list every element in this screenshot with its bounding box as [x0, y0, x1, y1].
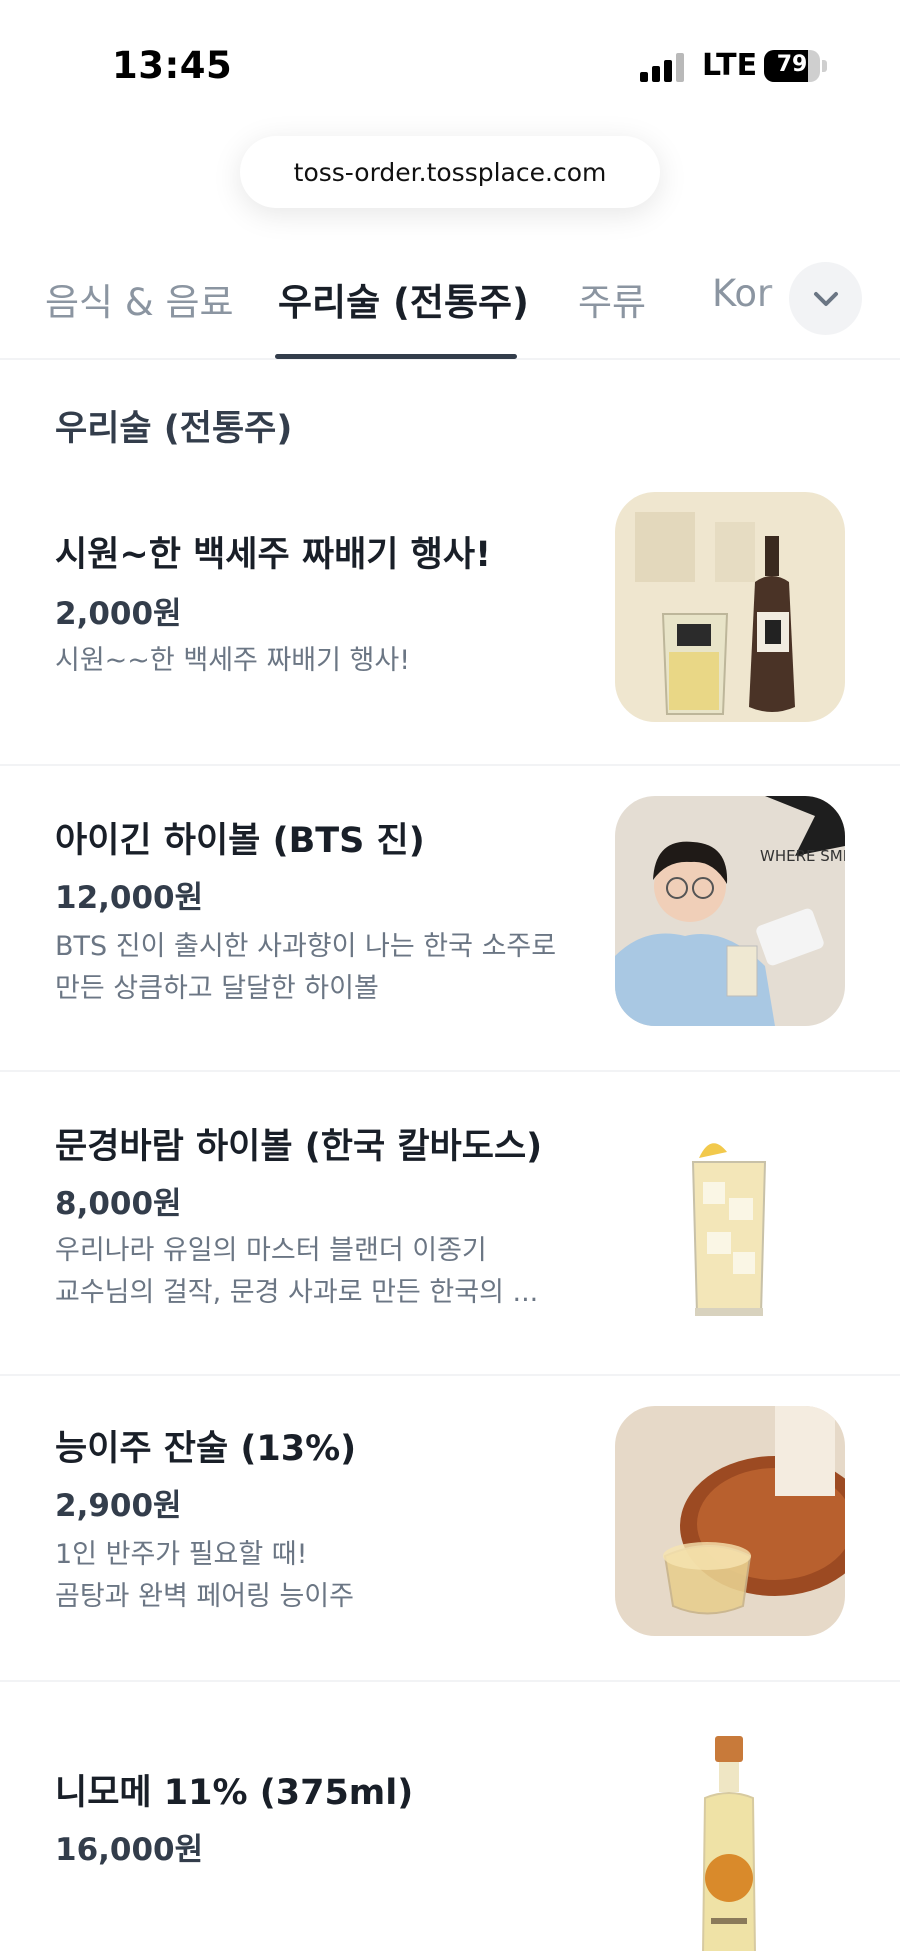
menu-item[interactable]: 시원~한 백세주 짜배기 행사! 2,000원 시원~~한 백세주 짜배기 행사… — [0, 460, 900, 766]
item-name: 문경바람 하이볼 (한국 칼바도스) — [55, 1127, 543, 1167]
menu-item[interactable]: 아이긴 하이볼 (BTS 진) 12,000원 BTS 진이 출시한 사과향이 … — [0, 766, 900, 1072]
item-description-line: BTS 진이 출시한 사과향이 나는 한국 소주로 — [55, 931, 557, 962]
network-type: LTE — [702, 48, 758, 83]
bts-jin-highball-photo: WHERE SMILES BE — [615, 796, 845, 1026]
address-url: toss-order.tossplace.com — [293, 157, 607, 187]
tab-traditional-liquor[interactable]: 우리술 (전통주) — [278, 272, 529, 326]
battery-tip — [822, 60, 827, 72]
item-description: 1인 반주가 필요할 때! 곰탕과 완벽 페어링 능이주 — [55, 1534, 575, 1618]
item-price: 16,000원 — [55, 1832, 204, 1868]
item-price: 8,000원 — [55, 1186, 182, 1222]
category-tabs: 음식 & 음료 우리술 (전통주) 주류 Kor — [0, 250, 900, 360]
item-description-line: 우리나라 유일의 마스터 블랜더 이종기 — [55, 1235, 487, 1266]
battery-level: 79 — [776, 52, 808, 77]
item-description-line: 만든 상큼하고 달달한 하이볼 — [55, 973, 379, 1004]
neungiju-glass-photo — [615, 1406, 845, 1636]
battery-icon: 79 — [764, 50, 820, 82]
menu-item[interactable]: 니모메 11% (375ml) 16,000원 — [0, 1682, 900, 1951]
chevron-down-icon — [813, 291, 838, 306]
item-description-line: 1인 반주가 필요할 때! — [55, 1539, 308, 1570]
item-price: 2,900원 — [55, 1488, 182, 1524]
item-description-line: 교수님의 걸작, 문경 사과로 만든 한국의 ... — [55, 1277, 539, 1308]
menu-item[interactable]: 능이주 잔술 (13%) 2,900원 1인 반주가 필요할 때! 곰탕과 완벽… — [0, 1376, 900, 1682]
item-price: 2,000원 — [55, 596, 182, 632]
item-description: 시원~~한 백세주 짜배기 행사! — [55, 640, 575, 682]
address-bar[interactable]: toss-order.tossplace.com — [240, 136, 660, 208]
item-description-line: 곰탕과 완벽 페어링 능이주 — [55, 1581, 354, 1612]
item-price: 12,000원 — [55, 880, 204, 916]
item-name: 아이긴 하이볼 (BTS 진) — [55, 821, 425, 861]
highball-glass-image — [615, 1102, 845, 1332]
menu-item[interactable]: 문경바람 하이볼 (한국 칼바도스) 8,000원 우리나라 유일의 마스터 블… — [0, 1072, 900, 1376]
nimome-bottle-image — [615, 1728, 845, 1951]
section-title: 우리술 (전통주) — [55, 409, 293, 449]
tabs-more-button[interactable] — [789, 262, 862, 335]
status-time: 13:45 — [112, 44, 233, 87]
status-bar: 13:45 LTE 79 — [0, 0, 900, 130]
item-description: BTS 진이 출시한 사과향이 나는 한국 소주로 만든 상큼하고 달달한 하이… — [55, 926, 575, 1010]
image-text: WHERE SMILES BE — [760, 847, 845, 865]
item-name: 능이주 잔술 (13%) — [55, 1429, 357, 1469]
item-description-line: 시원~~한 백세주 짜배기 행사! — [55, 645, 411, 676]
baeksaeju-bottle-glass-image — [615, 492, 845, 722]
item-name: 시원~한 백세주 짜배기 행사! — [55, 535, 492, 575]
signal-strength-icon — [640, 52, 686, 82]
item-name: 니모메 11% (375ml) — [55, 1773, 414, 1813]
tab-alcohol[interactable]: 주류 — [578, 272, 646, 326]
tab-food-drink[interactable]: 음식 & 음료 — [45, 272, 234, 326]
active-tab-indicator — [275, 354, 517, 359]
item-description: 우리나라 유일의 마스터 블랜더 이종기 교수님의 걸작, 문경 사과로 만든 … — [55, 1230, 575, 1314]
